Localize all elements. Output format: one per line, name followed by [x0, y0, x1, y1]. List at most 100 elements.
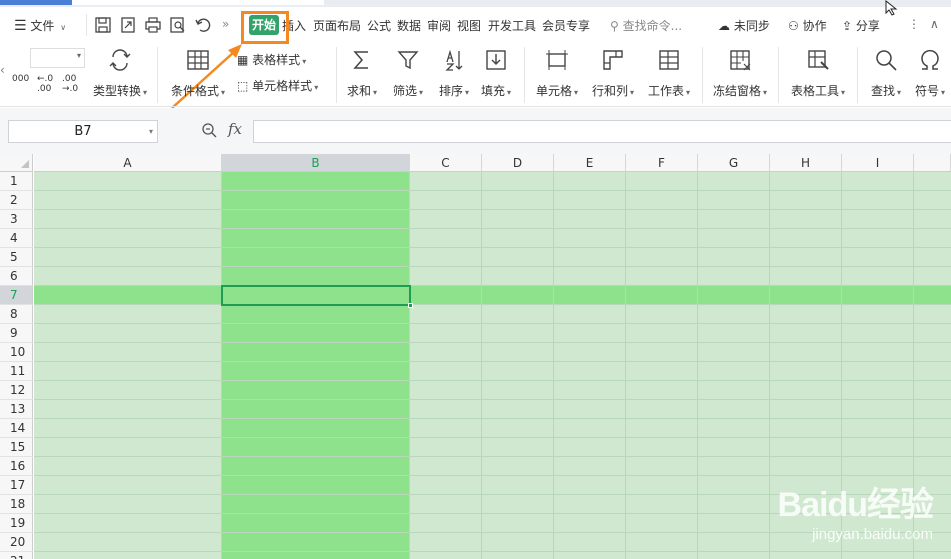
file-menu-button[interactable]: ☰ 文件 ∨: [14, 17, 66, 34]
gridline: [769, 172, 770, 559]
column-header-e[interactable]: E: [554, 154, 626, 172]
column-header-a[interactable]: A: [34, 154, 222, 172]
gridline: [34, 266, 951, 267]
fill-button[interactable]: 填充 ▾: [474, 48, 518, 106]
column-header-g[interactable]: G: [698, 154, 770, 172]
type-convert-button[interactable]: 类型转换 ▾: [88, 48, 152, 106]
currency-format-button[interactable]: 000: [12, 74, 29, 84]
select-all-corner[interactable]: [0, 154, 33, 172]
cell-button[interactable]: 单元格 ▾: [530, 48, 584, 106]
export-pdf-icon[interactable]: [119, 16, 137, 34]
filter-button[interactable]: 筛选 ▾: [386, 48, 430, 106]
fx-icon[interactable]: fx: [228, 120, 242, 138]
tab-data[interactable]: 数据: [397, 17, 421, 34]
formula-input[interactable]: [253, 120, 951, 143]
row-header-15[interactable]: 15: [0, 438, 33, 457]
divider: [778, 47, 779, 103]
symbol-label: 符号: [914, 84, 939, 98]
column-header-b[interactable]: B: [222, 154, 410, 172]
save-icon[interactable]: [94, 16, 112, 34]
sort-button[interactable]: 排序 ▾: [432, 48, 476, 106]
table-style-button[interactable]: ▦ 表格样式 ▾: [237, 51, 306, 68]
gridline: [553, 172, 554, 559]
undo-icon[interactable]: [194, 16, 212, 34]
row-header-11[interactable]: 11: [0, 362, 33, 381]
tab-home[interactable]: 开始: [249, 15, 279, 35]
column-header-f[interactable]: F: [626, 154, 698, 172]
print-preview-icon[interactable]: [169, 16, 187, 34]
column-header-d[interactable]: D: [482, 154, 554, 172]
active-cell[interactable]: [221, 285, 413, 308]
tab-developer[interactable]: 开发工具: [488, 17, 536, 34]
share-icon: ⇪: [842, 19, 853, 33]
row-header-2[interactable]: 2: [0, 191, 33, 210]
chevron-down-icon: ▾: [686, 88, 691, 97]
row-header-6[interactable]: 6: [0, 267, 33, 286]
chevron-down-icon: ▾: [419, 88, 424, 97]
row-header-7[interactable]: 7: [0, 286, 33, 305]
row-header-19[interactable]: 19: [0, 514, 33, 533]
print-icon[interactable]: [144, 16, 162, 34]
gridline: [34, 361, 951, 362]
sync-status-button[interactable]: ☁ 未同步: [718, 17, 770, 34]
decrease-decimal-button[interactable]: .00 →.0: [62, 74, 84, 94]
fill-down-icon: [486, 50, 506, 70]
tab-review[interactable]: 审阅: [427, 17, 451, 34]
row-header-8[interactable]: 8: [0, 305, 33, 324]
gridline: [34, 323, 951, 324]
number-format-dropdown[interactable]: ▾: [30, 48, 85, 68]
symbol-button[interactable]: 符号 ▾: [908, 48, 951, 106]
column-header-h[interactable]: H: [770, 154, 842, 172]
conditional-format-button[interactable]: 条件格式 ▾: [166, 48, 230, 106]
command-search[interactable]: ⚲ 查找命令...: [610, 17, 682, 34]
tab-member[interactable]: 会员专享: [542, 17, 590, 34]
gridline: [841, 172, 842, 559]
row-header-20[interactable]: 20: [0, 533, 33, 552]
spreadsheet-app: ☰ 文件 ∨ » 开始 插入 页面布局 公式 数据 审阅 视图 开发工具 会员专…: [0, 0, 951, 559]
name-box-value: B7: [74, 124, 92, 139]
row-header-13[interactable]: 13: [0, 400, 33, 419]
chevron-down-icon: ▾: [841, 88, 846, 97]
freeze-panes-button[interactable]: 冻结窗格 ▾: [708, 48, 772, 106]
row-header-17[interactable]: 17: [0, 476, 33, 495]
more-arrows-icon[interactable]: »: [222, 17, 229, 31]
row-header-12[interactable]: 12: [0, 381, 33, 400]
share-label: 分享: [855, 19, 880, 33]
share-button[interactable]: ⇪ 分享: [842, 17, 880, 34]
increase-decimal-button[interactable]: ←.0 .00: [37, 74, 59, 94]
tab-formula[interactable]: 公式: [367, 17, 391, 34]
chevron-down-icon: ▾: [143, 88, 148, 97]
cell-area[interactable]: [34, 172, 951, 559]
worksheet-button[interactable]: 工作表 ▾: [642, 48, 696, 106]
row-header-21[interactable]: 21: [0, 552, 33, 559]
selected-row-fill: [34, 286, 951, 305]
gridline: [34, 513, 951, 514]
column-header-i[interactable]: I: [842, 154, 914, 172]
fill-handle[interactable]: [408, 303, 413, 308]
name-box[interactable]: B7 ▾: [8, 120, 158, 143]
collapse-ribbon-icon[interactable]: ∧: [930, 17, 939, 31]
tab-view[interactable]: 视图: [457, 17, 481, 34]
row-header-9[interactable]: 9: [0, 324, 33, 343]
cell-style-button[interactable]: ⬚ 单元格样式 ▾: [237, 77, 318, 94]
rows-cols-button[interactable]: 行和列 ▾: [586, 48, 640, 106]
row-header-5[interactable]: 5: [0, 248, 33, 267]
ribbon-scroll-left-icon[interactable]: ‹: [0, 63, 5, 77]
column-header-c[interactable]: C: [410, 154, 482, 172]
convert-icon: [109, 49, 131, 71]
row-header-18[interactable]: 18: [0, 495, 33, 514]
row-header-4[interactable]: 4: [0, 229, 33, 248]
zoom-icon[interactable]: [201, 122, 217, 138]
table-tools-button[interactable]: 表格工具 ▾: [786, 48, 850, 106]
row-header-10[interactable]: 10: [0, 343, 33, 362]
find-button[interactable]: 查找 ▾: [864, 48, 908, 106]
row-header-3[interactable]: 3: [0, 210, 33, 229]
more-options-icon[interactable]: ⋮: [908, 17, 920, 31]
row-header-14[interactable]: 14: [0, 419, 33, 438]
sum-button[interactable]: 求和 ▾: [340, 48, 384, 106]
row-header-16[interactable]: 16: [0, 457, 33, 476]
row-header-1[interactable]: 1: [0, 172, 33, 191]
tab-insert[interactable]: 插入: [282, 17, 306, 34]
tab-page-layout[interactable]: 页面布局: [313, 17, 361, 34]
collaborate-button[interactable]: ⚇ 协作: [788, 17, 827, 34]
